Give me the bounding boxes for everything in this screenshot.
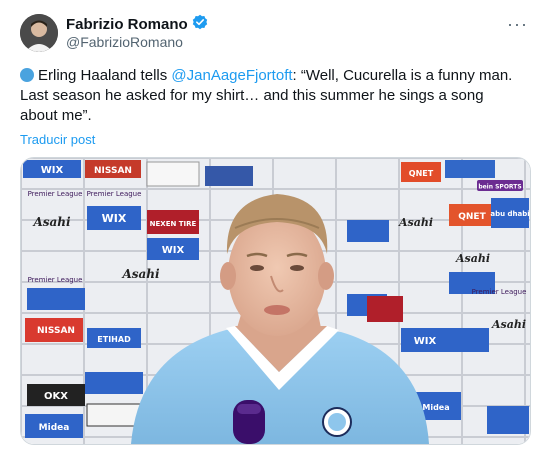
more-options-icon[interactable]: ··· bbox=[507, 14, 528, 35]
tweet-text-intro: Erling Haaland tells bbox=[38, 67, 172, 84]
sponsor-asahi-label-4: Asahi bbox=[455, 252, 490, 265]
mention-link[interactable]: @JanAageFjortoft bbox=[171, 67, 292, 84]
author-name-row[interactable]: Fabrizio Romano bbox=[66, 14, 208, 35]
tweet-card: Fabrizio Romano @FabrizioRomano ··· Erli… bbox=[0, 0, 544, 456]
interview-photo: WIX NISSAN WIX NISSAN ETIHAD OKX NEXEN T… bbox=[21, 158, 530, 444]
sponsor-nexen-label: NEXEN TIRE bbox=[150, 220, 197, 228]
sponsor-etihad-label: ETIHAD bbox=[97, 335, 131, 344]
sponsor-abu-dhabi-label: abu dhabi bbox=[490, 210, 529, 218]
author-avatar[interactable] bbox=[20, 14, 58, 52]
sponsor-asahi-label-5: Asahi bbox=[491, 318, 526, 331]
sponsor-nissan-label-2: NISSAN bbox=[37, 326, 75, 336]
tweet-media-image[interactable]: WIX NISSAN WIX NISSAN ETIHAD OKX NEXEN T… bbox=[20, 157, 531, 445]
sponsor-wix-label-4: WIX bbox=[414, 336, 437, 347]
sponsor-nissan-label: NISSAN bbox=[94, 166, 132, 176]
sponsor-midea-label: Midea bbox=[39, 423, 70, 433]
sponsor-qnet-label-2: QNET bbox=[458, 212, 486, 222]
sponsor-wix-label-3: WIX bbox=[162, 245, 185, 256]
sponsor-midea-label-2: Midea bbox=[422, 403, 449, 412]
premier-league-label-2: Premier League bbox=[87, 190, 142, 198]
sponsor-asahi-label: Asahi bbox=[32, 215, 71, 229]
verified-badge-icon bbox=[192, 14, 208, 35]
sponsor-okx-label: OKX bbox=[44, 391, 68, 402]
premier-league-label: Premier League bbox=[28, 190, 83, 198]
author-handle[interactable]: @FabrizioRomano bbox=[66, 34, 183, 50]
blue-circle-emoji-icon bbox=[20, 68, 34, 82]
bein-sports-badge: bein SPORTS bbox=[478, 184, 521, 191]
sponsor-qnet-label: QNET bbox=[409, 169, 434, 178]
premier-league-label-3: Premier League bbox=[28, 276, 83, 284]
sponsor-wix-label: WIX bbox=[41, 165, 64, 176]
author-name[interactable]: Fabrizio Romano bbox=[66, 16, 188, 33]
sponsor-asahi-label-3: Asahi bbox=[398, 216, 433, 229]
premier-league-label-4: Premier League bbox=[472, 288, 527, 296]
sponsor-asahi-label-2: Asahi bbox=[121, 267, 160, 281]
translate-link[interactable]: Traducir post bbox=[20, 132, 95, 147]
sponsor-wix-label-2: WIX bbox=[102, 212, 127, 225]
tweet-text: Erling Haaland tells @JanAageFjortoft: “… bbox=[20, 66, 520, 126]
